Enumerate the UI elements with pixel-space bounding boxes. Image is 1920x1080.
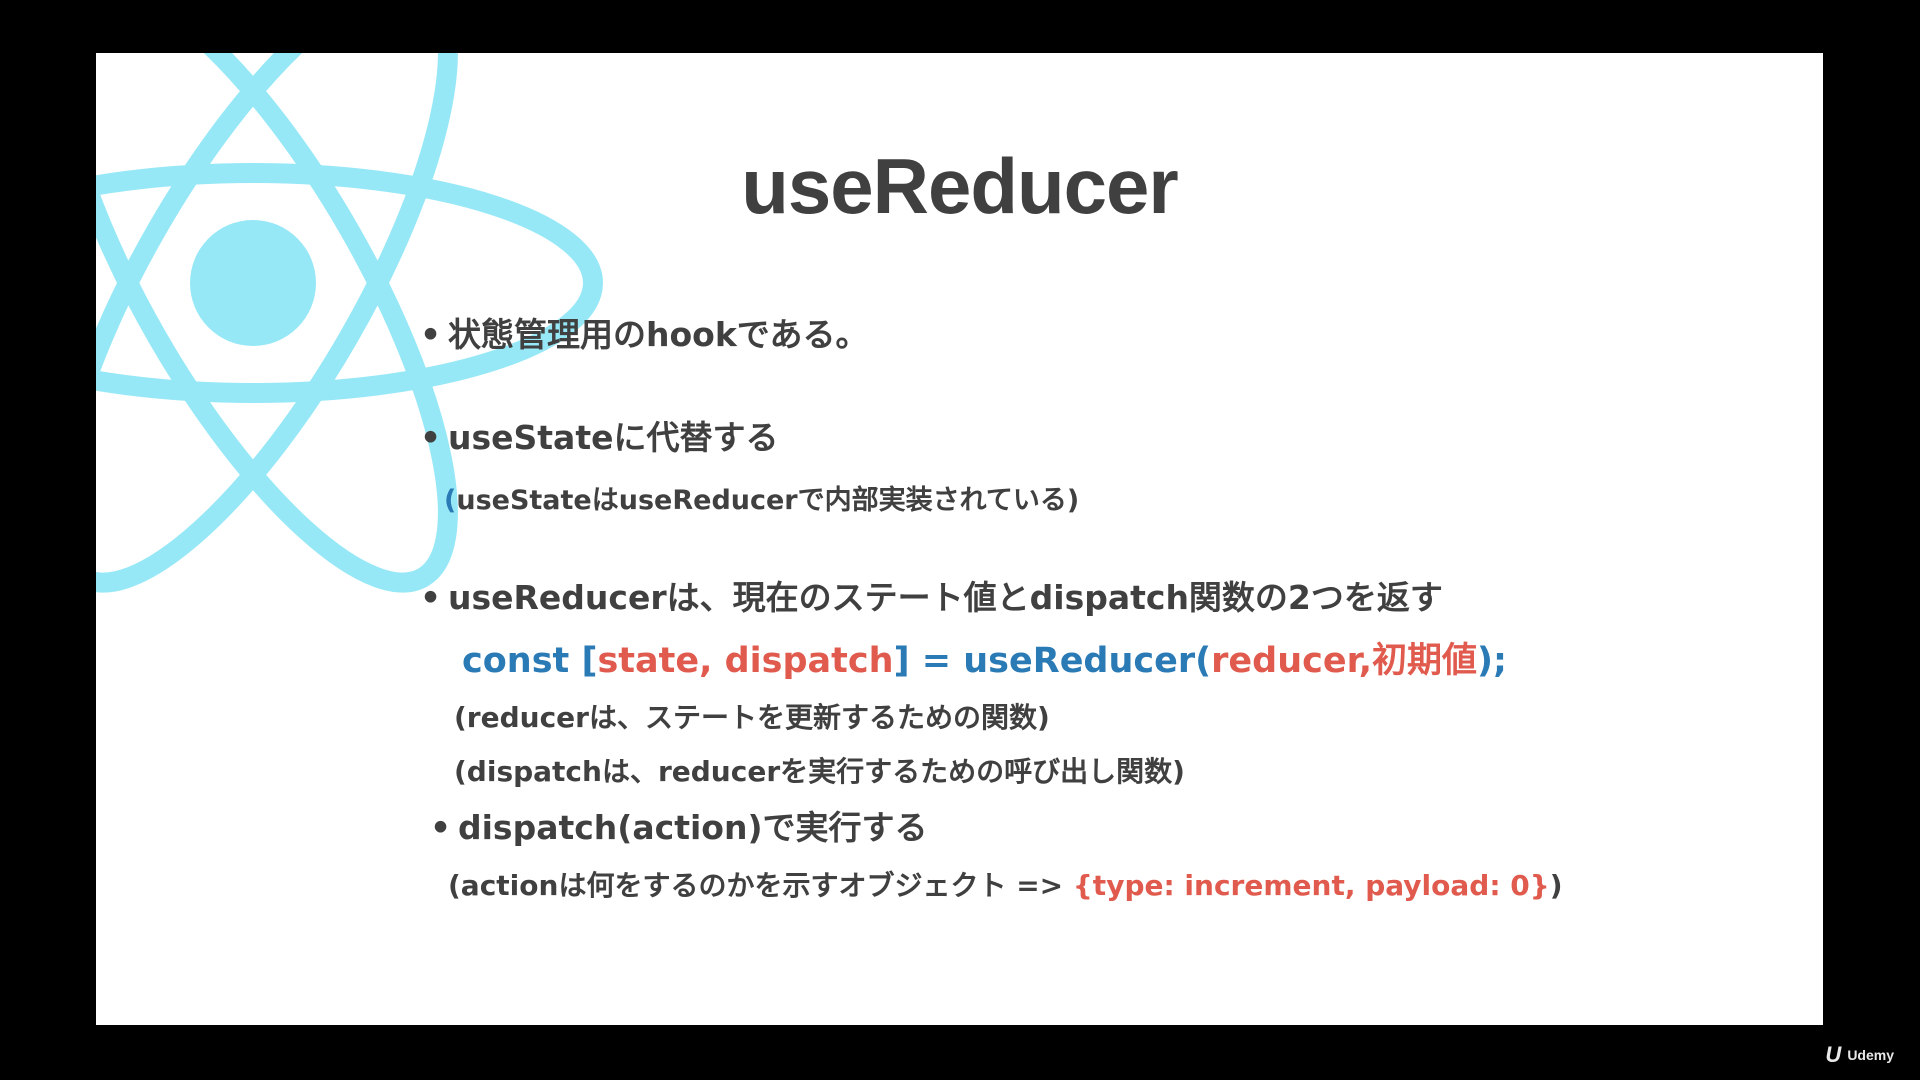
code-line: const [state, dispatch] = useReducer(red… xyxy=(462,632,1507,683)
code-part: const [ xyxy=(462,641,598,681)
bullet-dispatch: • dispatch(action)で実行する xyxy=(430,801,928,849)
action-note-suffix: ) xyxy=(1549,869,1563,902)
bullet-text: 状態管理用のhookである。 xyxy=(448,315,869,354)
bullet-dot: • xyxy=(420,315,442,354)
code-part: ); xyxy=(1477,641,1508,681)
action-object: {type: increment, payload: 0} xyxy=(1072,869,1550,902)
usestate-note-text: useStateはuseReducerで内部実装されている) xyxy=(456,485,1080,516)
code-part: state, dispatch xyxy=(597,641,894,681)
bullet-text: dispatch(action)で実行する xyxy=(458,808,928,847)
usestate-note: (useStateはuseReducerで内部実装されている) xyxy=(444,478,1079,517)
slide-title: useReducer xyxy=(741,142,1179,230)
bullet-usestate: • useStateに代替する xyxy=(420,411,778,459)
udemy-label: Udemy xyxy=(1847,1047,1894,1063)
udemy-logo-icon: U xyxy=(1825,1042,1842,1067)
slide: useReducer • 状態管理用のhookである。 • useStateに代替す… xyxy=(96,53,1823,1025)
bullet-returns: • useReducerは、現在のステート値とdispatch関数の2つを返す xyxy=(420,571,1443,619)
udemy-watermark: U Udemy xyxy=(1825,1042,1894,1068)
bullet-dot: • xyxy=(420,578,442,617)
bullet-text: useReducerは、現在のステート値とdispatch関数の2つを返す xyxy=(448,578,1443,617)
code-part: reducer,初期値 xyxy=(1211,641,1478,681)
code-part: ] = useReducer( xyxy=(893,641,1212,681)
bullet-dot: • xyxy=(430,808,452,847)
reducer-note: (reducerは、ステートを更新するための関数) xyxy=(454,701,1050,734)
action-note-prefix: (actionは何をするのかを示すオブジェクト => xyxy=(448,869,1073,902)
dispatch-note: (dispatchは、reducerを実行するための呼び出し関数) xyxy=(454,755,1185,788)
action-note: (actionは何をするのかを示すオブジェクト => {type: increm… xyxy=(448,864,1562,904)
bullet-text: useStateに代替する xyxy=(448,418,779,457)
bullet-dot: • xyxy=(420,418,442,457)
paren-open: ( xyxy=(444,485,457,516)
bullet-hook: • 状態管理用のhookである。 xyxy=(420,308,868,356)
